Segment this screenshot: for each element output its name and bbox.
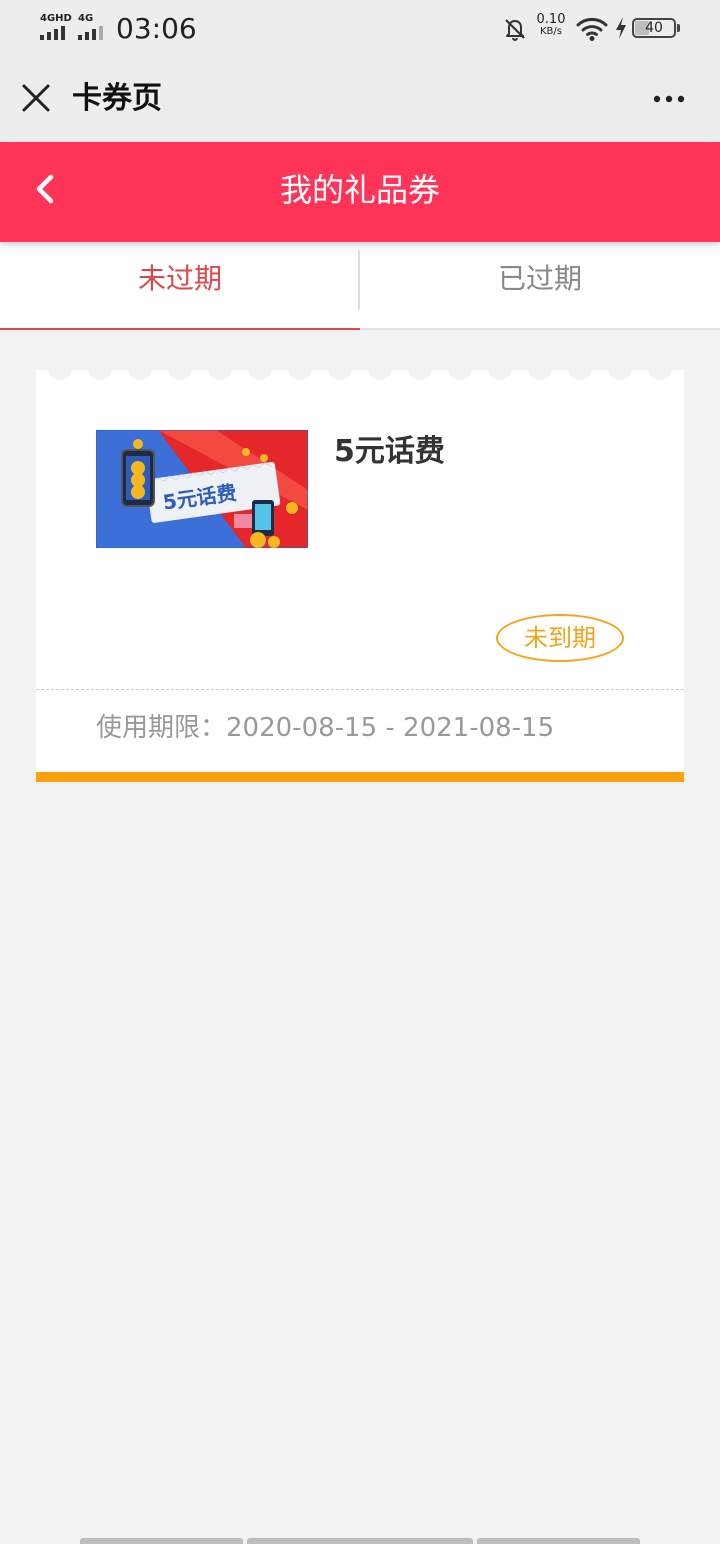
scallop-notch [368,368,392,380]
header-title: 我的礼品券 [279,171,440,209]
close-icon[interactable] [16,78,56,118]
coupon-name: 5元话费 [334,434,445,469]
network-speed-unit: KB/s [540,26,562,37]
scallop-notch [408,368,432,380]
network-speed: 0.10 KB/s [534,12,568,37]
scallop-notch [48,368,72,380]
tab-bar: 未过期 已过期 [0,242,720,330]
signal-label-4g: 4G [78,13,94,24]
nav-gesture-bar-right [477,1538,640,1544]
scallop-notch [528,368,552,380]
scallop-notch [648,368,672,380]
tab-expired[interactable]: 已过期 [360,242,720,328]
scallop-notch [88,368,112,380]
scallop-notch [448,368,472,380]
coupon-thumbnail: 5元话费 [96,430,308,548]
validity-range: 2020-08-15 - 2021-08-15 [226,713,555,743]
validity-period: 使用期限：2020-08-15 - 2021-08-15 [96,710,554,746]
battery-icon: 40 [632,18,680,38]
card-divider [36,689,684,690]
scallop-notch [168,368,192,380]
coupon-card[interactable]: 5元话费 5元话费 未到期 使用期限：2020-08-15 - 2021-08-… [36,368,684,782]
validity-label: 使用期限： [96,713,227,743]
scallop-notch [128,368,152,380]
network-speed-value: 0.10 [536,12,566,27]
scallop-notch [208,368,232,380]
page-title: 卡券页 [72,81,162,116]
more-dots-icon[interactable] [646,82,692,116]
wifi-icon [576,17,608,41]
tab-active-underline [0,328,360,330]
header: 我的礼品券 [0,142,720,242]
nav-gesture-bar-left [80,1538,243,1544]
signal-icon-secondary: 4G [78,14,112,40]
scallop-notch [288,368,312,380]
status-badge: 未到期 [496,614,624,662]
scallop-notch [608,368,632,380]
status-time: 03:06 [116,12,197,45]
mute-bell-icon [505,19,525,42]
tab-unexpired[interactable]: 未过期 [0,242,360,328]
status-bar: 4GHD 4G 03:06 0.10 KB/s 40 [0,0,720,56]
nav-gesture-bar-center [247,1538,473,1544]
scallop-notch [568,368,592,380]
charging-bolt-icon [616,17,626,39]
signal-icon: 4GHD [40,14,74,40]
scallop-notch [248,368,272,380]
signal-label-4ghd: 4GHD [40,13,72,24]
scallop-notch [328,368,352,380]
card-scallop-edge [48,368,672,380]
scallop-notch [488,368,512,380]
battery-level: 40 [645,20,663,36]
card-accent-bar [36,772,684,782]
title-bar: 卡券页 [0,56,720,142]
